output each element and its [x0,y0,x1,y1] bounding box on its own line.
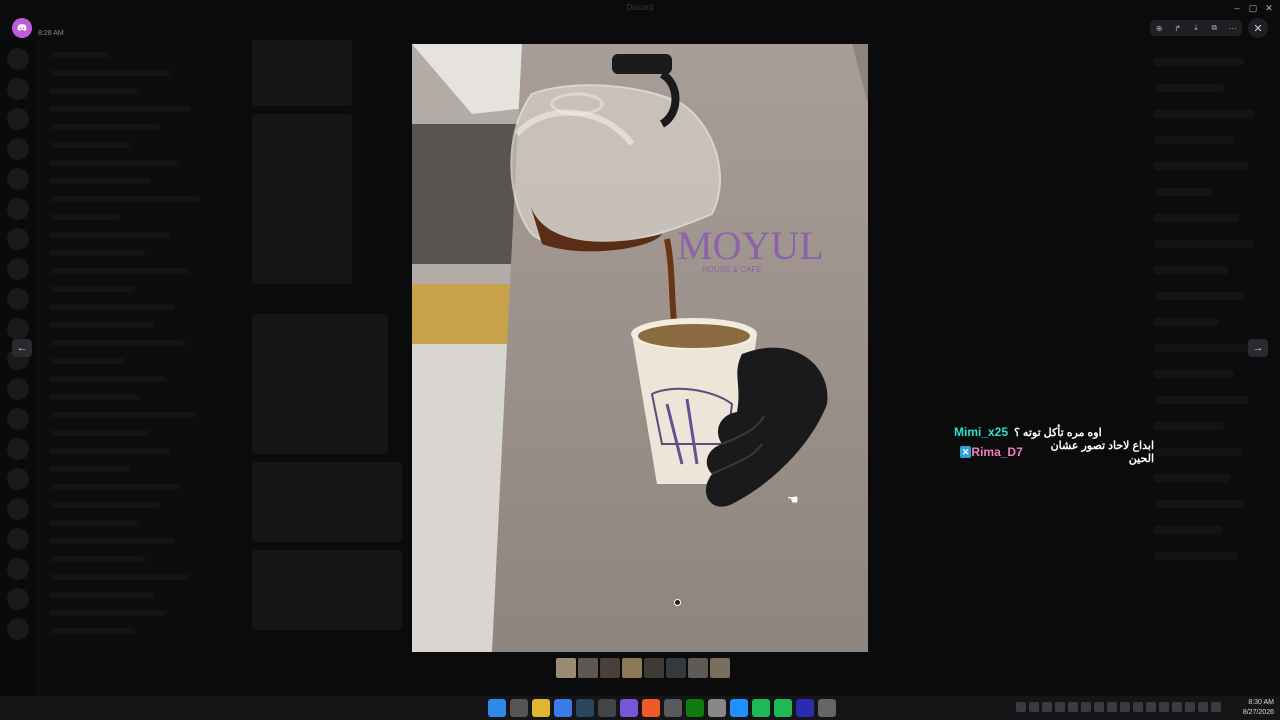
tray-icon[interactable] [1198,702,1208,712]
notepad-icon[interactable] [708,699,726,717]
windows-start-icon[interactable] [488,699,506,717]
app-icon[interactable] [730,699,748,717]
discord-logo-icon[interactable] [12,18,32,38]
tray-icon[interactable] [1120,702,1130,712]
music-icon[interactable] [774,699,792,717]
premiere-icon[interactable] [796,699,814,717]
server-list [0,40,36,696]
thumbnail-2[interactable] [578,658,598,678]
member-list [1140,40,1280,696]
tray-icon[interactable] [1211,702,1221,712]
thumbnail-8[interactable] [710,658,730,678]
download-icon[interactable]: ⤓ [1189,23,1203,33]
apron-logo-text: MOYUL [677,223,824,268]
tray-icon[interactable] [1094,702,1104,712]
next-image-button[interactable]: → [1248,339,1268,357]
obs-icon[interactable] [598,699,616,717]
viewer-toolbar: ⊕ ↱ ⤓ ⧉ ⋯ [1150,20,1242,36]
chat-message-text: اوه مره تأكل توته ؟ [1014,426,1102,439]
thumbnail-4[interactable] [622,658,642,678]
apron-sub-text: HOUSE & CAFE [702,265,762,274]
coffee-pour-image: MOYUL HOUSE & CAFE [412,44,868,652]
external-link-icon[interactable]: ⧉ [1207,23,1221,33]
thumbnail-strip [556,658,730,678]
tray-icon[interactable] [1081,702,1091,712]
channel-list [36,40,248,696]
clock-date: 8/27/2026 [1242,709,1274,716]
chat-username: Mimi_x25 [954,425,1009,439]
tray-icon[interactable] [1185,702,1195,712]
tray-icon[interactable] [1016,702,1026,712]
clock-time: 8:30 AM [1248,699,1274,706]
taskbar-clock[interactable]: 8:30 AM 8/27/2026 [1236,698,1274,718]
hand-cursor-icon: ☚ [787,492,799,507]
chat-overlay: اوه مره تأكل توته ؟ Mimi_x25 ابداع لاحاد… [954,422,1154,465]
tray-icon[interactable] [1172,702,1182,712]
chat-message-text: ابداع لاحاد تصور عشان الحين [1050,440,1154,465]
thumbnail-5[interactable] [644,658,664,678]
tray-icon[interactable] [1042,702,1052,712]
subscriber-badge-icon: ✕ [960,446,972,458]
spotify-icon[interactable] [752,699,770,717]
zoom-in-icon[interactable]: ⊕ [1152,24,1166,33]
settings-icon[interactable] [818,699,836,717]
tray-icon[interactable] [1146,702,1156,712]
taskbar-apps [488,699,836,717]
thumbnail-7[interactable] [688,658,708,678]
cursor-dot [674,599,681,606]
dimmed-media-column [252,40,412,650]
tray-icon[interactable] [1055,702,1065,712]
thumbnail-1[interactable] [556,658,576,678]
window-title: Discord [626,3,654,12]
tray-icon[interactable] [1029,702,1039,712]
tray-icon[interactable] [1068,702,1078,712]
chat-username: Rima_D7 [971,445,1023,459]
steam-icon[interactable] [576,699,594,717]
tray-icon[interactable] [1159,702,1169,712]
chrome-icon[interactable] [554,699,572,717]
taskbar: 8:30 AM 8/27/2026 [0,696,1280,720]
window-close-button[interactable]: ✕ [1262,3,1276,13]
maximize-button[interactable]: ▢ [1246,3,1260,13]
task-view-icon[interactable] [510,699,528,717]
thumbnail-3[interactable] [600,658,620,678]
xbox-icon[interactable] [686,699,704,717]
tray-icon[interactable] [1107,702,1117,712]
more-icon[interactable]: ⋯ [1226,24,1240,33]
file-explorer-icon[interactable] [532,699,550,717]
coffee-photo[interactable]: MOYUL HOUSE & CAFE [412,44,868,652]
minimize-button[interactable]: – [1230,3,1244,13]
tray-icon[interactable] [1133,702,1143,712]
close-viewer-button[interactable]: ✕ [1248,18,1268,38]
thumbnail-6[interactable] [666,658,686,678]
app-icon[interactable] [664,699,682,717]
brave-icon[interactable] [642,699,660,717]
share-icon[interactable]: ↱ [1171,24,1185,33]
discord-taskbar-icon[interactable] [620,699,638,717]
previous-image-button[interactable]: ← [12,339,32,357]
message-timestamp: 8:28 AM [38,30,64,37]
system-tray [1016,702,1221,712]
chat-message: ابداع لاحاد تصور عشان الحين Rima_D7 ✕ [954,440,1154,465]
